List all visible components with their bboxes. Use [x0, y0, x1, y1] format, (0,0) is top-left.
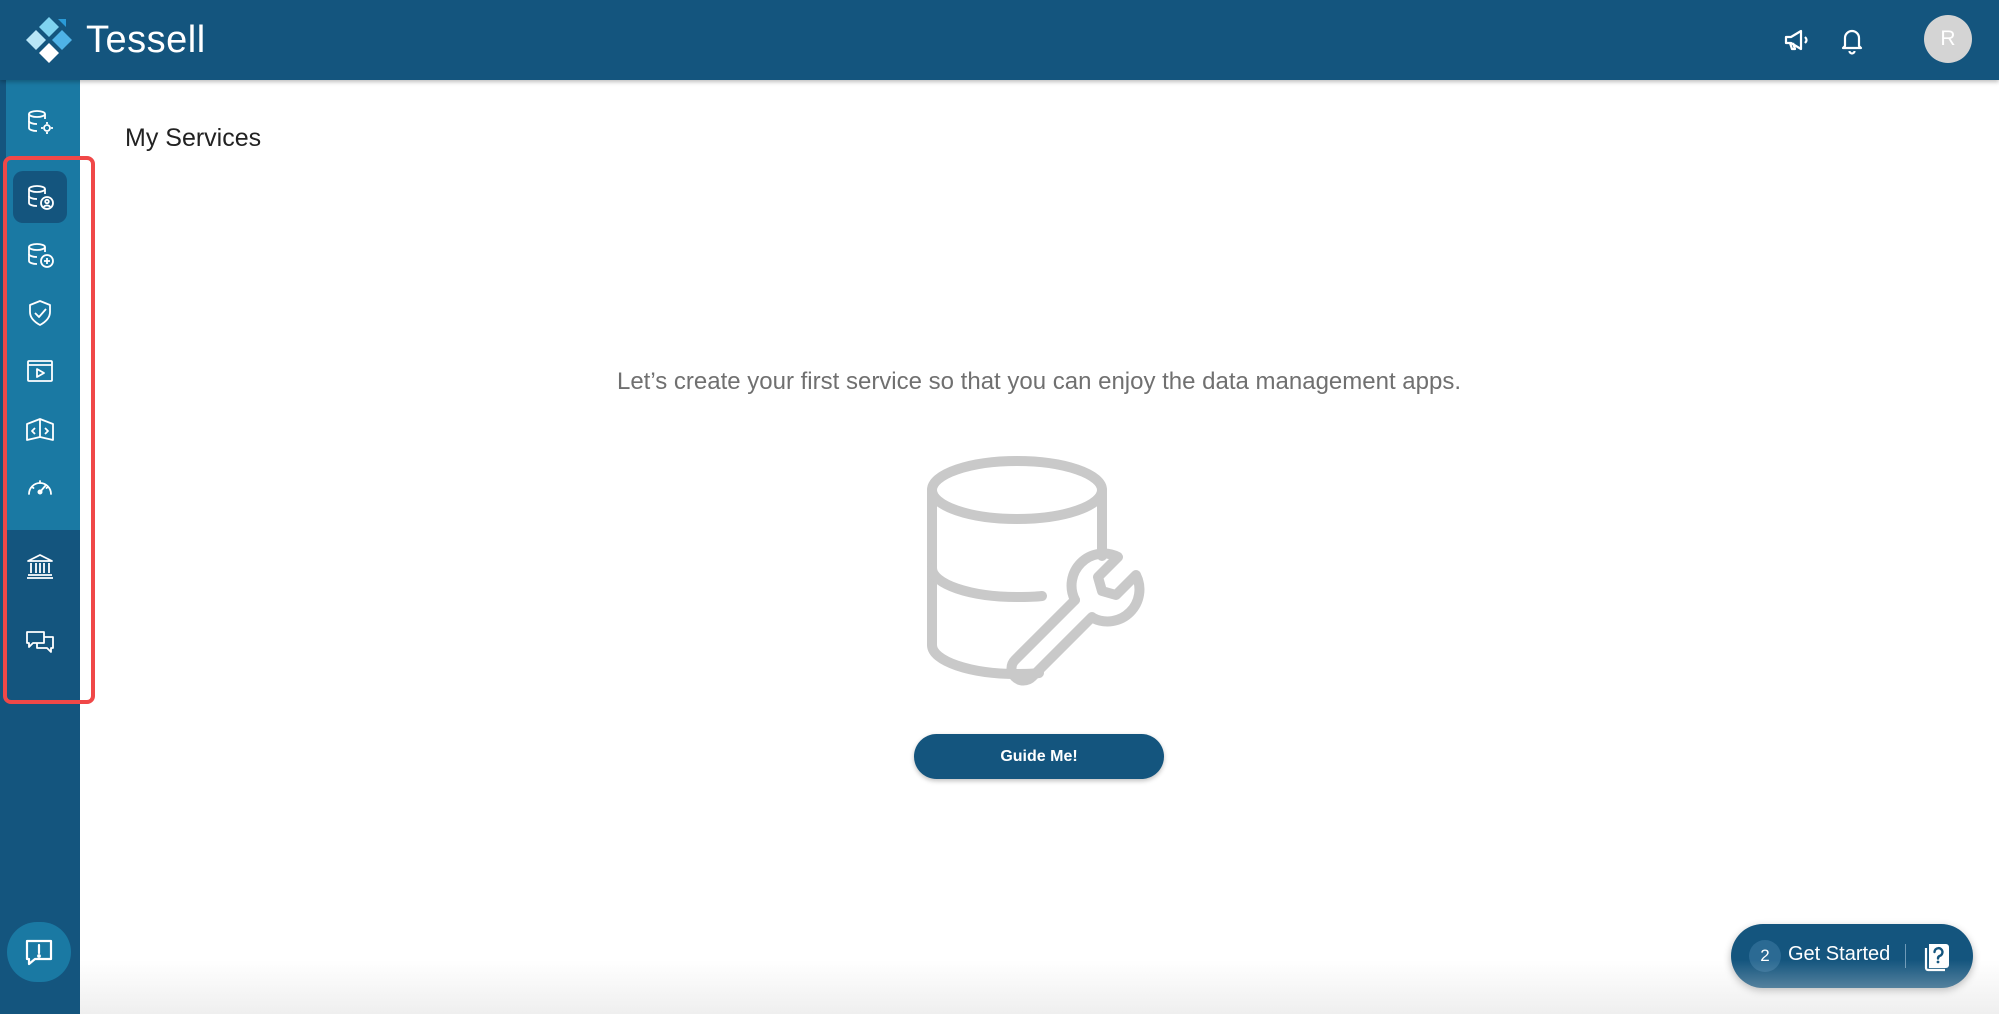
speedometer-icon [28, 480, 52, 495]
sidebar-item-governance[interactable] [13, 540, 67, 592]
top-bar: Tessell R [0, 0, 1999, 80]
avatar[interactable]: R [1924, 15, 1972, 63]
app-name: Tessell [86, 18, 206, 61]
sidebar-item-data-protection[interactable] [13, 287, 67, 339]
sidebar-item-performance[interactable] [13, 462, 67, 514]
database-add-icon [28, 243, 54, 268]
bank-icon [27, 554, 53, 579]
database-settings-icon [28, 110, 53, 134]
empty-state-message: Let’s create your first service so that … [616, 368, 1462, 395]
code-book-icon [26, 418, 54, 441]
shield-check-icon [29, 300, 51, 326]
brand[interactable]: Tessell [22, 12, 206, 68]
bell-icon[interactable] [1836, 24, 1868, 56]
bottom-shade [80, 960, 1999, 1014]
chat-icon [26, 631, 54, 653]
feedback-button[interactable] [7, 922, 71, 982]
megaphone-icon[interactable] [1781, 24, 1813, 56]
feedback-icon [25, 939, 53, 966]
sidebar-item-my-services[interactable] [13, 171, 67, 223]
sidebar-item-provision-service[interactable] [13, 229, 67, 281]
tessell-logo-icon [26, 17, 72, 63]
guide-me-button[interactable]: Guide Me! [914, 734, 1164, 779]
database-wrench-icon [927, 456, 1145, 686]
database-user-icon [28, 185, 54, 210]
sidebar-item-database-settings[interactable] [13, 96, 67, 148]
page-title: My Services [125, 124, 262, 152]
sidebar-item-support[interactable] [13, 616, 67, 668]
sidebar-item-api-docs[interactable] [13, 404, 67, 456]
